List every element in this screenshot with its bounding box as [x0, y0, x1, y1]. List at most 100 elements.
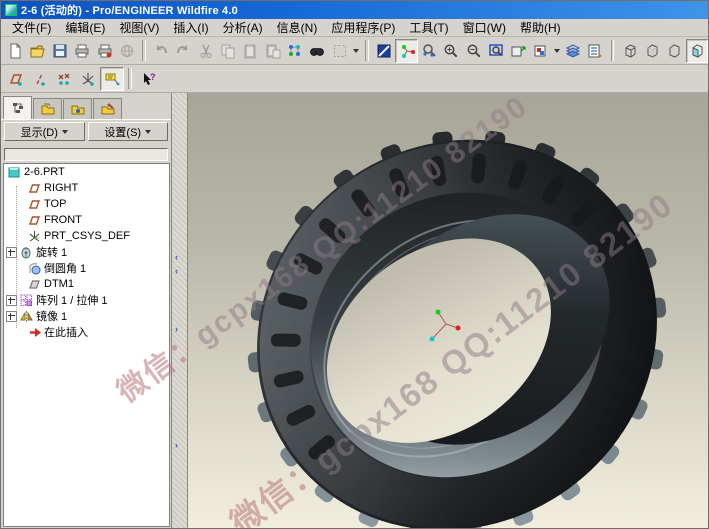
- zoom-in-button[interactable]: [440, 39, 462, 63]
- tire-3d-model: [188, 93, 709, 529]
- menu-item-window[interactable]: 窗口(W): [456, 18, 513, 37]
- paste-icon: [242, 43, 258, 59]
- paste-special-button[interactable]: [262, 39, 284, 63]
- toolbar-datum: ?: [1, 65, 708, 93]
- expand-icon[interactable]: [6, 247, 17, 258]
- round-icon: [28, 262, 41, 275]
- sash-collapse-icon[interactable]: ‹: [175, 253, 178, 261]
- folder-browser-icon: [41, 102, 55, 116]
- saved-views-button[interactable]: [529, 39, 551, 63]
- folder-browser-tab[interactable]: [33, 98, 62, 119]
- sash-expand-icon[interactable]: ›: [175, 441, 178, 449]
- layers-button[interactable]: [562, 39, 584, 63]
- new-file-button[interactable]: [4, 39, 26, 63]
- reorient-button[interactable]: [507, 39, 529, 63]
- menu-item-edit[interactable]: 编辑(E): [58, 18, 112, 37]
- context-help-button[interactable]: ?: [136, 67, 160, 91]
- connections-tab[interactable]: [93, 98, 122, 119]
- settings-dropdown-button[interactable]: 设置(S): [88, 122, 169, 141]
- menu-item-info[interactable]: 信息(N): [270, 18, 325, 37]
- spin-center-button[interactable]: [395, 39, 417, 63]
- menu-item-tools[interactable]: 工具(T): [402, 18, 455, 37]
- select-dropdown[interactable]: [351, 40, 361, 62]
- save-button[interactable]: [49, 39, 71, 63]
- reorient-icon: [510, 43, 526, 59]
- orient-mode-button[interactable]: [418, 39, 440, 63]
- undo-button[interactable]: [150, 39, 172, 63]
- csys-toggle[interactable]: [76, 67, 100, 91]
- saved-views-dropdown[interactable]: [552, 40, 562, 62]
- tree-item-round[interactable]: 倒圆角 1: [4, 260, 169, 276]
- menu-item-applications[interactable]: 应用程序(P): [324, 18, 402, 37]
- datum-plane-toggle[interactable]: [4, 67, 28, 91]
- shaded-icon: [689, 43, 705, 59]
- print-button[interactable]: [71, 39, 93, 63]
- copy-icon: [220, 43, 236, 59]
- graphics-area[interactable]: [188, 93, 708, 528]
- plot-button[interactable]: [93, 39, 115, 63]
- tree-filter-bar[interactable]: [4, 148, 168, 161]
- tree-item-top[interactable]: TOP: [4, 196, 169, 212]
- menu-item-help[interactable]: 帮助(H): [513, 18, 568, 37]
- model-tree-tab[interactable]: [3, 96, 32, 119]
- paste-special-icon: [265, 43, 281, 59]
- favorites-tab[interactable]: [63, 98, 92, 119]
- view-manager-button[interactable]: [584, 39, 606, 63]
- refit-icon: [488, 43, 504, 59]
- wireframe-button[interactable]: [618, 39, 640, 63]
- tree-item-pattern[interactable]: 阵列 1 / 拉伸 1: [4, 292, 169, 308]
- no-hidden-button[interactable]: [663, 39, 685, 63]
- tree-item-insert-here[interactable]: 在此插入: [4, 324, 169, 340]
- panel-sash[interactable]: ‹ ‹ › ›: [171, 93, 188, 528]
- datum-point-toggle[interactable]: [52, 67, 76, 91]
- part-icon: [8, 166, 21, 179]
- tree-item-mirror[interactable]: 镜像 1: [4, 308, 169, 324]
- datum-axis-toggle[interactable]: [28, 67, 52, 91]
- hidden-line-button[interactable]: [641, 39, 663, 63]
- refit-button[interactable]: [485, 39, 507, 63]
- annotation-toggle[interactable]: [100, 67, 124, 91]
- sash-collapse-icon[interactable]: ‹: [175, 267, 178, 275]
- menu-item-view[interactable]: 视图(V): [112, 18, 166, 37]
- datum-axis-toggle-icon: [32, 71, 48, 87]
- title-bar[interactable]: 2-6 (活动的) - Pro/ENGINEER Wildfire 4.0: [1, 1, 708, 19]
- cut-button[interactable]: [195, 39, 217, 63]
- repaint-button[interactable]: [373, 39, 395, 63]
- tree-item-dtm1[interactable]: DTM1: [4, 276, 169, 292]
- open-icon: [30, 43, 46, 59]
- expand-icon[interactable]: [6, 295, 17, 306]
- datum-plane-toggle-icon: [8, 71, 24, 87]
- tree-item-revolve[interactable]: 旋转 1: [4, 244, 169, 260]
- tree-item-csys[interactable]: PRT_CSYS_DEF: [4, 228, 169, 244]
- plot-icon: [97, 43, 113, 59]
- datum-plane-icon: [28, 214, 41, 227]
- copy-button[interactable]: [217, 39, 239, 63]
- toolbar-separator: [142, 40, 146, 61]
- send-button[interactable]: [116, 39, 138, 63]
- svg-text:?: ?: [150, 72, 156, 82]
- select-special-button[interactable]: [329, 39, 351, 63]
- menu-item-insert[interactable]: 插入(I): [166, 18, 215, 37]
- redo-icon: [175, 43, 191, 59]
- open-button[interactable]: [26, 39, 48, 63]
- regenerate-button[interactable]: [284, 39, 306, 63]
- tree-controls: 显示(D) 设置(S): [1, 119, 171, 146]
- tree-item-front[interactable]: FRONT: [4, 212, 169, 228]
- menu-item-file[interactable]: 文件(F): [5, 18, 58, 37]
- tree-item-part[interactable]: 2-6.PRT: [4, 164, 169, 180]
- paste-button[interactable]: [239, 39, 261, 63]
- datum-point-toggle-icon: [56, 71, 72, 87]
- redo-button[interactable]: [172, 39, 194, 63]
- toolbar-separator: [128, 68, 132, 89]
- show-dropdown-button[interactable]: 显示(D): [4, 122, 85, 141]
- insert-here-icon: [28, 326, 41, 339]
- context-help-icon: ?: [140, 71, 156, 87]
- find-button[interactable]: [306, 39, 328, 63]
- menu-item-analysis[interactable]: 分析(A): [216, 18, 270, 37]
- sash-expand-icon[interactable]: ›: [175, 325, 178, 333]
- zoom-out-button[interactable]: [462, 39, 484, 63]
- expand-icon[interactable]: [6, 311, 17, 322]
- tree-item-right[interactable]: RIGHT: [4, 180, 169, 196]
- shaded-button[interactable]: [686, 39, 708, 63]
- datum-plane-gray-icon: [28, 278, 41, 291]
